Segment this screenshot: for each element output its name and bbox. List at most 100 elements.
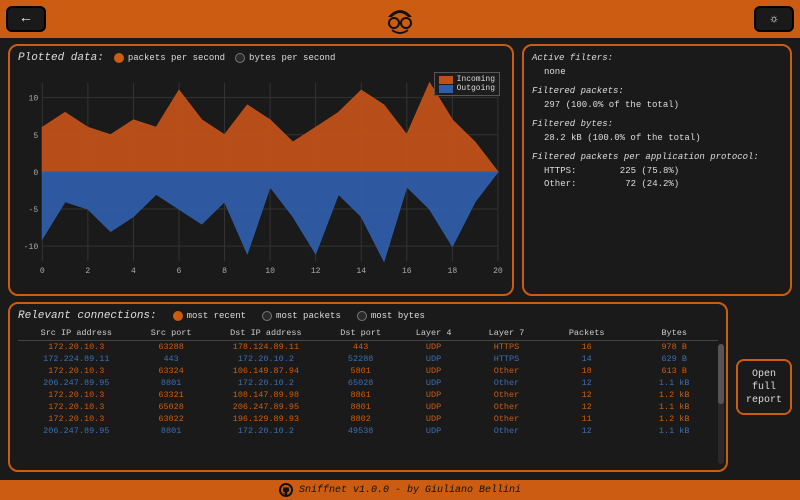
table-cell: 1.2 kB (630, 389, 718, 401)
radio-packets-per-second[interactable]: packets per second (114, 53, 225, 63)
table-cell: 8801 (135, 377, 208, 389)
table-cell: UDP (397, 413, 470, 425)
report-button-label: Openfullreport (746, 368, 782, 407)
radio-label: most packets (276, 311, 341, 321)
table-header: Layer 4 (397, 326, 470, 341)
table-row[interactable]: 172.20.10.363324106.149.87.945801UDPOthe… (18, 365, 718, 377)
active-filters-value: none (532, 66, 782, 80)
plot-title: Plotted data: (18, 52, 104, 64)
table-cell: Other (470, 401, 543, 413)
svg-text:10: 10 (29, 95, 39, 104)
connections-scrollbar[interactable] (718, 344, 724, 464)
table-cell: 63022 (135, 413, 208, 425)
table-cell: 172.20.10.3 (18, 365, 135, 377)
radio-bytes-per-second[interactable]: bytes per second (235, 53, 335, 63)
table-cell: 172.20.10.2 (208, 425, 325, 437)
filtered-packets-label: Filtered packets: (532, 85, 782, 99)
table-cell: UDP (397, 377, 470, 389)
table-row[interactable]: 206.247.89.958801172.20.10.249538UDPOthe… (18, 425, 718, 437)
radio-most-bytes[interactable]: most bytes (357, 311, 425, 321)
topbar: ← ☼ (0, 0, 800, 38)
table-cell: Other (470, 377, 543, 389)
table-cell: HTTPS (470, 341, 543, 354)
table-cell: 8801 (324, 401, 397, 413)
svg-text:18: 18 (448, 267, 458, 276)
table-cell: 12 (543, 377, 631, 389)
table-cell: 178.124.89.11 (208, 341, 325, 354)
table-header: Dst port (324, 326, 397, 341)
table-header: Src port (135, 326, 208, 341)
app-logo (380, 3, 420, 35)
table-cell: UDP (397, 353, 470, 365)
svg-text:-5: -5 (29, 206, 39, 215)
chart-legend: Incoming Outgoing (434, 72, 500, 96)
filtered-bytes-value: 28.2 kB (100.0% of the total) (532, 132, 782, 146)
radio-most-packets[interactable]: most packets (262, 311, 341, 321)
back-button[interactable]: ← (6, 6, 46, 32)
table-cell: 5801 (324, 365, 397, 377)
radio-label: bytes per second (249, 53, 335, 63)
sun-icon: ☼ (770, 12, 777, 26)
table-cell: 1.2 kB (630, 413, 718, 425)
table-cell: HTTPS (470, 353, 543, 365)
table-cell: UDP (397, 401, 470, 413)
proto-breakdown-label: Filtered packets per application protoco… (532, 151, 782, 165)
table-cell: 12 (543, 401, 631, 413)
github-icon[interactable] (279, 483, 293, 497)
table-cell: 1.1 kB (630, 401, 718, 413)
table-row[interactable]: 172.224.89.11443172.20.10.252288UDPHTTPS… (18, 353, 718, 365)
svg-text:20: 20 (493, 267, 503, 276)
svg-text:12: 12 (311, 267, 321, 276)
table-cell: UDP (397, 425, 470, 437)
radio-most-recent[interactable]: most recent (173, 311, 246, 321)
footer-text: Sniffnet v1.0.0 - by Giuliano Bellini (299, 485, 521, 496)
footer: Sniffnet v1.0.0 - by Giuliano Bellini (0, 480, 800, 500)
svg-text:5: 5 (33, 132, 38, 141)
table-cell: 12 (543, 425, 631, 437)
radio-dot-icon (173, 311, 183, 321)
table-cell: 12 (543, 389, 631, 401)
table-row[interactable]: 172.20.10.363288178.124.89.11443UDPHTTPS… (18, 341, 718, 354)
table-cell: 63288 (135, 341, 208, 354)
table-cell: 8802 (324, 413, 397, 425)
table-cell: Other (470, 425, 543, 437)
svg-text:0: 0 (33, 169, 38, 178)
table-cell: 172.20.10.3 (18, 413, 135, 425)
table-cell: 16 (543, 341, 631, 354)
table-row[interactable]: 172.20.10.365028206.247.89.958801UDPOthe… (18, 401, 718, 413)
svg-text:0: 0 (40, 267, 45, 276)
scrollbar-thumb[interactable] (718, 344, 724, 404)
radio-label: most recent (187, 311, 246, 321)
radio-dot-icon (357, 311, 367, 321)
filtered-bytes-label: Filtered bytes: (532, 118, 782, 132)
table-cell: 11 (543, 413, 631, 425)
proto-row: Other:72 (24.2%) (532, 178, 782, 192)
table-cell: UDP (397, 389, 470, 401)
table-cell: Other (470, 389, 543, 401)
active-filters-label: Active filters: (532, 52, 782, 66)
table-cell: 1.1 kB (630, 377, 718, 389)
table-row[interactable]: 206.247.89.958801172.20.10.265028UDPOthe… (18, 377, 718, 389)
table-cell: 14 (543, 353, 631, 365)
table-cell: 8801 (135, 425, 208, 437)
svg-text:4: 4 (131, 267, 136, 276)
table-cell: 206.247.89.95 (18, 377, 135, 389)
open-full-report-button[interactable]: Openfullreport (736, 359, 792, 415)
legend-incoming: Incoming (457, 75, 495, 84)
table-cell: 172.20.10.3 (18, 341, 135, 354)
connections-panel: Relevant connections: most recent most p… (8, 302, 728, 472)
table-cell: 108.147.89.98 (208, 389, 325, 401)
table-cell: 629 B (630, 353, 718, 365)
connections-header: Relevant connections: most recent most p… (18, 310, 718, 322)
table-cell: 172.20.10.3 (18, 389, 135, 401)
table-cell: Other (470, 365, 543, 377)
theme-toggle-button[interactable]: ☼ (754, 6, 794, 32)
table-row[interactable]: 172.20.10.363022196.129.89.938802UDPOthe… (18, 413, 718, 425)
table-cell: 443 (324, 341, 397, 354)
radio-dot-icon (235, 53, 245, 63)
table-row[interactable]: 172.20.10.363321108.147.89.988861UDPOthe… (18, 389, 718, 401)
table-cell: 8861 (324, 389, 397, 401)
table-header: Packets (543, 326, 631, 341)
svg-text:14: 14 (356, 267, 366, 276)
radio-dot-icon (262, 311, 272, 321)
